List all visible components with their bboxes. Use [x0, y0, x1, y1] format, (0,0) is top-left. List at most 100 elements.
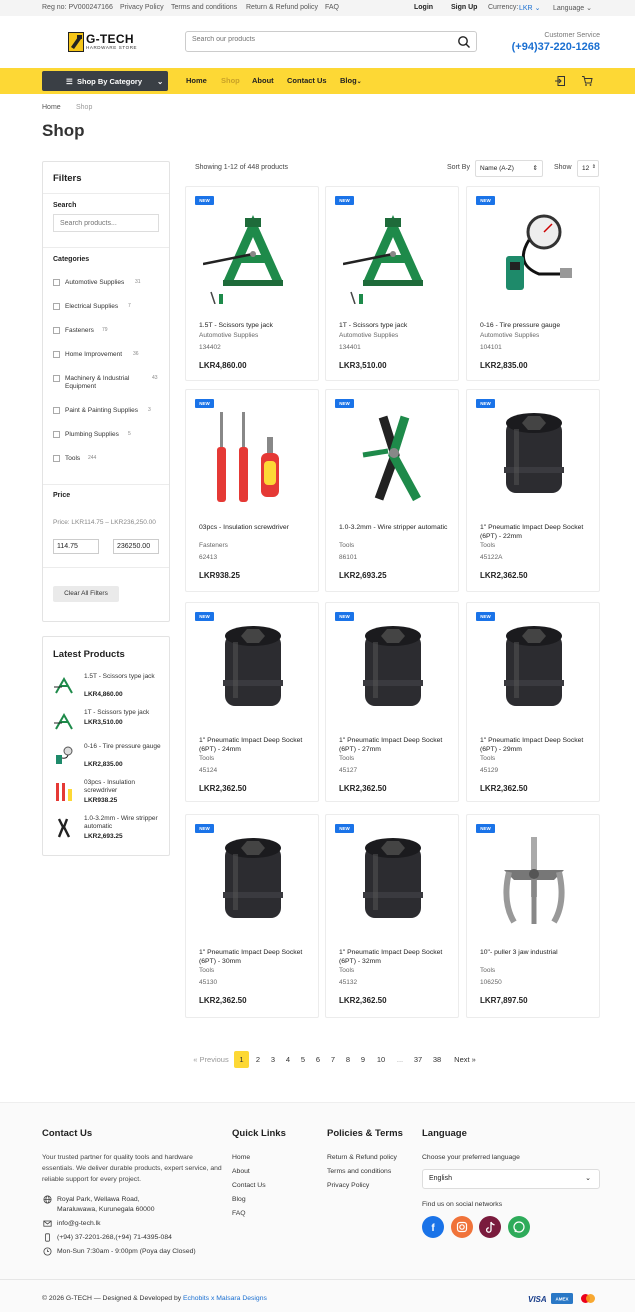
- privacy-link[interactable]: Privacy Policy: [120, 4, 164, 11]
- product-name[interactable]: 1" Pneumatic Impact Deep Socket (6PT) - …: [480, 736, 592, 754]
- nav-about[interactable]: About: [252, 76, 274, 85]
- checkbox[interactable]: [53, 431, 60, 438]
- footer-link-home[interactable]: Home: [232, 1154, 250, 1161]
- signup-link[interactable]: Sign Up: [451, 4, 477, 11]
- footer-link-about[interactable]: About: [232, 1168, 250, 1175]
- footer-privacy-link[interactable]: Privacy Policy: [327, 1182, 369, 1189]
- page-7[interactable]: 7: [326, 1051, 340, 1068]
- clear-filters-button[interactable]: Clear All Filters: [53, 586, 119, 602]
- gauge-icon[interactable]: [484, 204, 584, 304]
- page-38[interactable]: 38: [429, 1051, 445, 1068]
- page-2[interactable]: 2: [251, 1051, 265, 1068]
- product-card[interactable]: NEW 1" Pneumatic Impact Deep Socket (6PT)…: [466, 602, 600, 802]
- product-name[interactable]: 1" Pneumatic Impact Deep Socket (6PT) - …: [339, 948, 451, 966]
- product-card[interactable]: NEW 10"- puller 3 jaw industrial Tools 1062…: [466, 814, 600, 1018]
- socket-icon[interactable]: [484, 407, 584, 507]
- puller-icon[interactable]: [484, 832, 584, 932]
- product-name[interactable]: 1" Pneumatic Impact Deep Socket (6PT) - …: [199, 948, 311, 966]
- checkbox[interactable]: [53, 407, 60, 414]
- product-name[interactable]: 1" Pneumatic Impact Deep Socket (6PT) - …: [339, 736, 451, 754]
- product-card[interactable]: NEW 1.0-3.2mm - Wire stripper automatic To…: [325, 389, 459, 592]
- product-card[interactable]: NEW 1" Pneumatic Impact Deep Socket (6PT)…: [325, 814, 459, 1018]
- whatsapp-icon[interactable]: [508, 1216, 530, 1238]
- socket-icon[interactable]: [203, 832, 303, 932]
- breadcrumb-home[interactable]: Home: [42, 104, 61, 111]
- checkbox[interactable]: [53, 303, 60, 310]
- latest-item[interactable]: 1.5T - Scissors type jack LKR4,860.00: [53, 673, 165, 701]
- price-max-input[interactable]: 236250.00: [113, 539, 159, 554]
- page-5[interactable]: 5: [296, 1051, 310, 1068]
- product-card[interactable]: NEW 1.5T - Scissors type jack Automotive S…: [185, 186, 319, 381]
- footer-link-blog[interactable]: Blog: [232, 1196, 246, 1203]
- screwdriver-icon[interactable]: [203, 407, 303, 507]
- latest-item[interactable]: 0-16 - Tire pressure gauge LKR2,835.00: [53, 743, 165, 771]
- facebook-icon[interactable]: f: [422, 1216, 444, 1238]
- language-dropdown[interactable]: English ⌄: [422, 1169, 600, 1189]
- checkbox[interactable]: [53, 455, 60, 462]
- product-name[interactable]: 0-16 - Tire pressure gauge: [480, 321, 592, 330]
- nav-shop[interactable]: Shop: [221, 76, 240, 85]
- tiktok-icon[interactable]: [479, 1216, 501, 1238]
- product-card[interactable]: NEW 03pcs - Insulation screwdriver Fastene…: [185, 389, 319, 592]
- product-card[interactable]: NEW 1" Pneumatic Impact Deep Socket (6PT)…: [185, 602, 319, 802]
- footer-terms-link[interactable]: Terms and conditions: [327, 1168, 391, 1175]
- page-1[interactable]: 1: [234, 1051, 249, 1068]
- page-6[interactable]: 6: [311, 1051, 325, 1068]
- footer-link-faq[interactable]: FAQ: [232, 1210, 246, 1217]
- product-name[interactable]: 1.5T - Scissors type jack: [199, 321, 311, 330]
- nav-home[interactable]: Home: [186, 76, 207, 85]
- cart-icon[interactable]: [581, 75, 593, 87]
- refund-link[interactable]: Return & Refund policy: [246, 4, 318, 11]
- product-name[interactable]: 1T - Scissors type jack: [339, 321, 451, 330]
- latest-item[interactable]: 03pcs - Insulation screwdriver LKR938.25: [53, 779, 165, 807]
- jack-icon[interactable]: [202, 204, 303, 305]
- latest-item[interactable]: 1.0-3.2mm - Wire stripper automatic LKR2…: [53, 815, 165, 843]
- product-name[interactable]: 1" Pneumatic Impact Deep Socket (6PT) - …: [480, 523, 592, 541]
- jack-icon[interactable]: [342, 204, 443, 305]
- page-3[interactable]: 3: [266, 1051, 280, 1068]
- product-card[interactable]: NEW 1" Pneumatic Impact Deep Socket (6PT)…: [185, 814, 319, 1018]
- product-card[interactable]: NEW 1" Pneumatic Impact Deep Socket (6PT)…: [325, 602, 459, 802]
- search-input[interactable]: [192, 36, 452, 43]
- logo[interactable]: G-TECH HARDWARE STORE: [68, 32, 144, 52]
- stripper-icon[interactable]: [343, 407, 443, 507]
- page-4[interactable]: 4: [281, 1051, 295, 1068]
- show-select[interactable]: 12 ⇕: [577, 160, 599, 177]
- footer-link-contact[interactable]: Contact Us: [232, 1182, 266, 1189]
- product-name[interactable]: 10"- puller 3 jaw industrial: [480, 948, 592, 957]
- login-link[interactable]: Login: [414, 4, 433, 11]
- checkbox[interactable]: [53, 351, 60, 358]
- page-9[interactable]: 9: [356, 1051, 370, 1068]
- footer-refund-link[interactable]: Return & Refund policy: [327, 1154, 397, 1161]
- prev-page[interactable]: « Previous: [190, 1051, 232, 1068]
- latest-item[interactable]: 1T - Scissors type jack LKR3,510.00: [53, 709, 165, 737]
- shop-by-category-button[interactable]: ☰ Shop By Category ⌄: [42, 71, 168, 91]
- nav-blog[interactable]: Blog⌄: [340, 76, 362, 85]
- terms-link[interactable]: Terms and conditions: [171, 4, 237, 11]
- socket-icon[interactable]: [203, 620, 303, 720]
- product-card[interactable]: NEW 0-16 - Tire pressure gauge Automotive …: [466, 186, 600, 381]
- page-8[interactable]: 8: [341, 1051, 355, 1068]
- product-card[interactable]: NEW 1" Pneumatic Impact Deep Socket (6PT)…: [466, 389, 600, 592]
- socket-icon[interactable]: [484, 620, 584, 720]
- instagram-icon[interactable]: [451, 1216, 473, 1238]
- socket-icon[interactable]: [343, 832, 443, 932]
- product-name[interactable]: 03pcs - Insulation screwdriver: [199, 523, 311, 532]
- next-page[interactable]: Next »: [450, 1051, 480, 1068]
- price-min-input[interactable]: 114.75: [53, 539, 99, 554]
- page-37[interactable]: 37: [410, 1051, 426, 1068]
- faq-link[interactable]: FAQ: [325, 4, 339, 11]
- product-name[interactable]: 1.0-3.2mm - Wire stripper automatic: [339, 523, 451, 532]
- checkbox[interactable]: [53, 327, 60, 334]
- login-icon[interactable]: [554, 75, 566, 87]
- checkbox[interactable]: [53, 375, 60, 382]
- nav-contact[interactable]: Contact Us: [287, 76, 327, 85]
- product-card[interactable]: NEW 1T - Scissors type jack Automotive Sup…: [325, 186, 459, 381]
- product-name[interactable]: 1" Pneumatic Impact Deep Socket (6PT) - …: [199, 736, 311, 754]
- language-select[interactable]: Language ⌄: [553, 4, 592, 12]
- search-icon[interactable]: [457, 35, 471, 49]
- socket-icon[interactable]: [343, 620, 443, 720]
- customer-service-phone[interactable]: (+94)37-220-1268: [512, 41, 600, 53]
- filter-search-input[interactable]: [53, 214, 159, 232]
- checkbox[interactable]: [53, 279, 60, 286]
